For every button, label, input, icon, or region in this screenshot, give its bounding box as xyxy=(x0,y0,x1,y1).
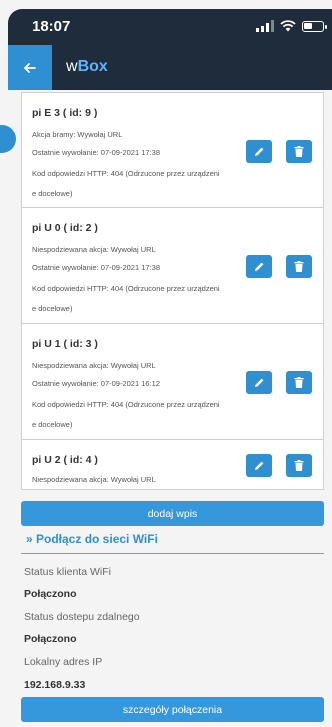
list-item: pi U 0 ( id: 2 ) Niespodziewana akcja: W… xyxy=(21,208,324,324)
local-ip-value: 192.168.9.33 xyxy=(24,679,86,691)
entry-line: Niespodziewana akcja: Wywołaj URL xyxy=(32,245,156,254)
status-time: 18:07 xyxy=(32,18,71,35)
wifi-client-status-value: Połączono xyxy=(24,588,77,600)
wifi-section-title[interactable]: » Podłącz do sieci WiFi xyxy=(26,532,158,546)
entry-line: Ostatnie wywołanie: 07-09-2021 16:12 xyxy=(32,379,160,388)
list-item: pi U 2 ( id: 4 ) Niespodziewana akcja: W… xyxy=(21,440,324,490)
trash-icon xyxy=(294,460,304,471)
entry-line: e docelowe) xyxy=(32,304,73,313)
entry-line: Niespodziewana akcja: Wywołaj URL xyxy=(32,475,156,484)
entry-line: Kod odpowiedzi HTTP: 404 (Odrzucone prze… xyxy=(32,169,220,178)
entry-title: pi U 2 ( id: 4 ) xyxy=(32,454,98,466)
entry-line: Kod odpowiedzi HTTP: 404 (Odrzucone prze… xyxy=(32,284,220,293)
entry-line: e docelowe) xyxy=(32,189,73,198)
pencil-icon xyxy=(254,147,263,156)
trash-icon xyxy=(294,261,304,272)
trash-icon xyxy=(294,146,304,157)
entries-list: pi E 3 ( id: 9 ) Akcja bramy: Wywołaj UR… xyxy=(21,92,324,490)
entry-line: Akcja bramy: Wywołaj URL xyxy=(32,130,123,139)
entry-title: pi U 0 ( id: 2 ) xyxy=(32,222,98,234)
list-item: pi E 3 ( id: 9 ) Akcja bramy: Wywołaj UR… xyxy=(21,92,324,208)
edit-button[interactable] xyxy=(246,255,272,278)
delete-button[interactable] xyxy=(286,371,312,394)
pencil-icon xyxy=(254,378,263,387)
add-entry-button[interactable]: dodaj wpis xyxy=(21,501,324,526)
delete-button[interactable] xyxy=(286,454,312,477)
app-header: wBox xyxy=(8,45,332,90)
pencil-icon xyxy=(254,262,263,271)
app-title: wBox xyxy=(66,58,108,76)
trash-icon xyxy=(294,377,304,388)
edit-button[interactable] xyxy=(246,140,272,163)
cell-signal-icon xyxy=(256,20,274,32)
side-bubble[interactable] xyxy=(0,125,16,153)
connection-details-button[interactable]: szczegóły połączenia xyxy=(21,697,324,722)
battery-icon xyxy=(302,20,327,32)
app-title-prefix: w xyxy=(66,58,78,75)
wifi-icon xyxy=(280,20,296,32)
status-bar: 18:07 xyxy=(8,9,332,45)
app-title-accent: Box xyxy=(77,58,108,75)
entry-line: Ostatnie wywołanie: 07-09-2021 17:38 xyxy=(32,148,160,157)
wifi-client-status-label: Status klienta WiFi xyxy=(24,566,111,578)
entry-line: Ostatnie wywołanie: 07-09-2021 17:38 xyxy=(32,263,160,272)
system-icons xyxy=(256,20,327,32)
remote-access-status-value: Połączono xyxy=(24,633,77,645)
arrow-left-icon xyxy=(24,62,36,73)
list-item: pi U 1 ( id: 3 ) Niespodziewana akcja: W… xyxy=(21,324,324,440)
entry-line: Niespodziewana akcja: Wywołaj URL xyxy=(32,361,156,370)
entry-title: pi E 3 ( id: 9 ) xyxy=(32,107,98,119)
pencil-icon xyxy=(254,461,263,470)
edit-button[interactable] xyxy=(246,371,272,394)
entry-line: Kod odpowiedzi HTTP: 404 (Odrzucone prze… xyxy=(32,400,220,409)
back-button[interactable] xyxy=(8,45,52,90)
entry-line: e docelowe) xyxy=(32,420,73,429)
delete-button[interactable] xyxy=(286,255,312,278)
entry-title: pi U 1 ( id: 3 ) xyxy=(32,338,98,350)
delete-button[interactable] xyxy=(286,140,312,163)
local-ip-label: Lokalny adres IP xyxy=(24,656,103,668)
remote-access-status-label: Status dostepu zdalnego xyxy=(24,611,140,623)
edit-button[interactable] xyxy=(246,454,272,477)
divider xyxy=(21,553,324,554)
